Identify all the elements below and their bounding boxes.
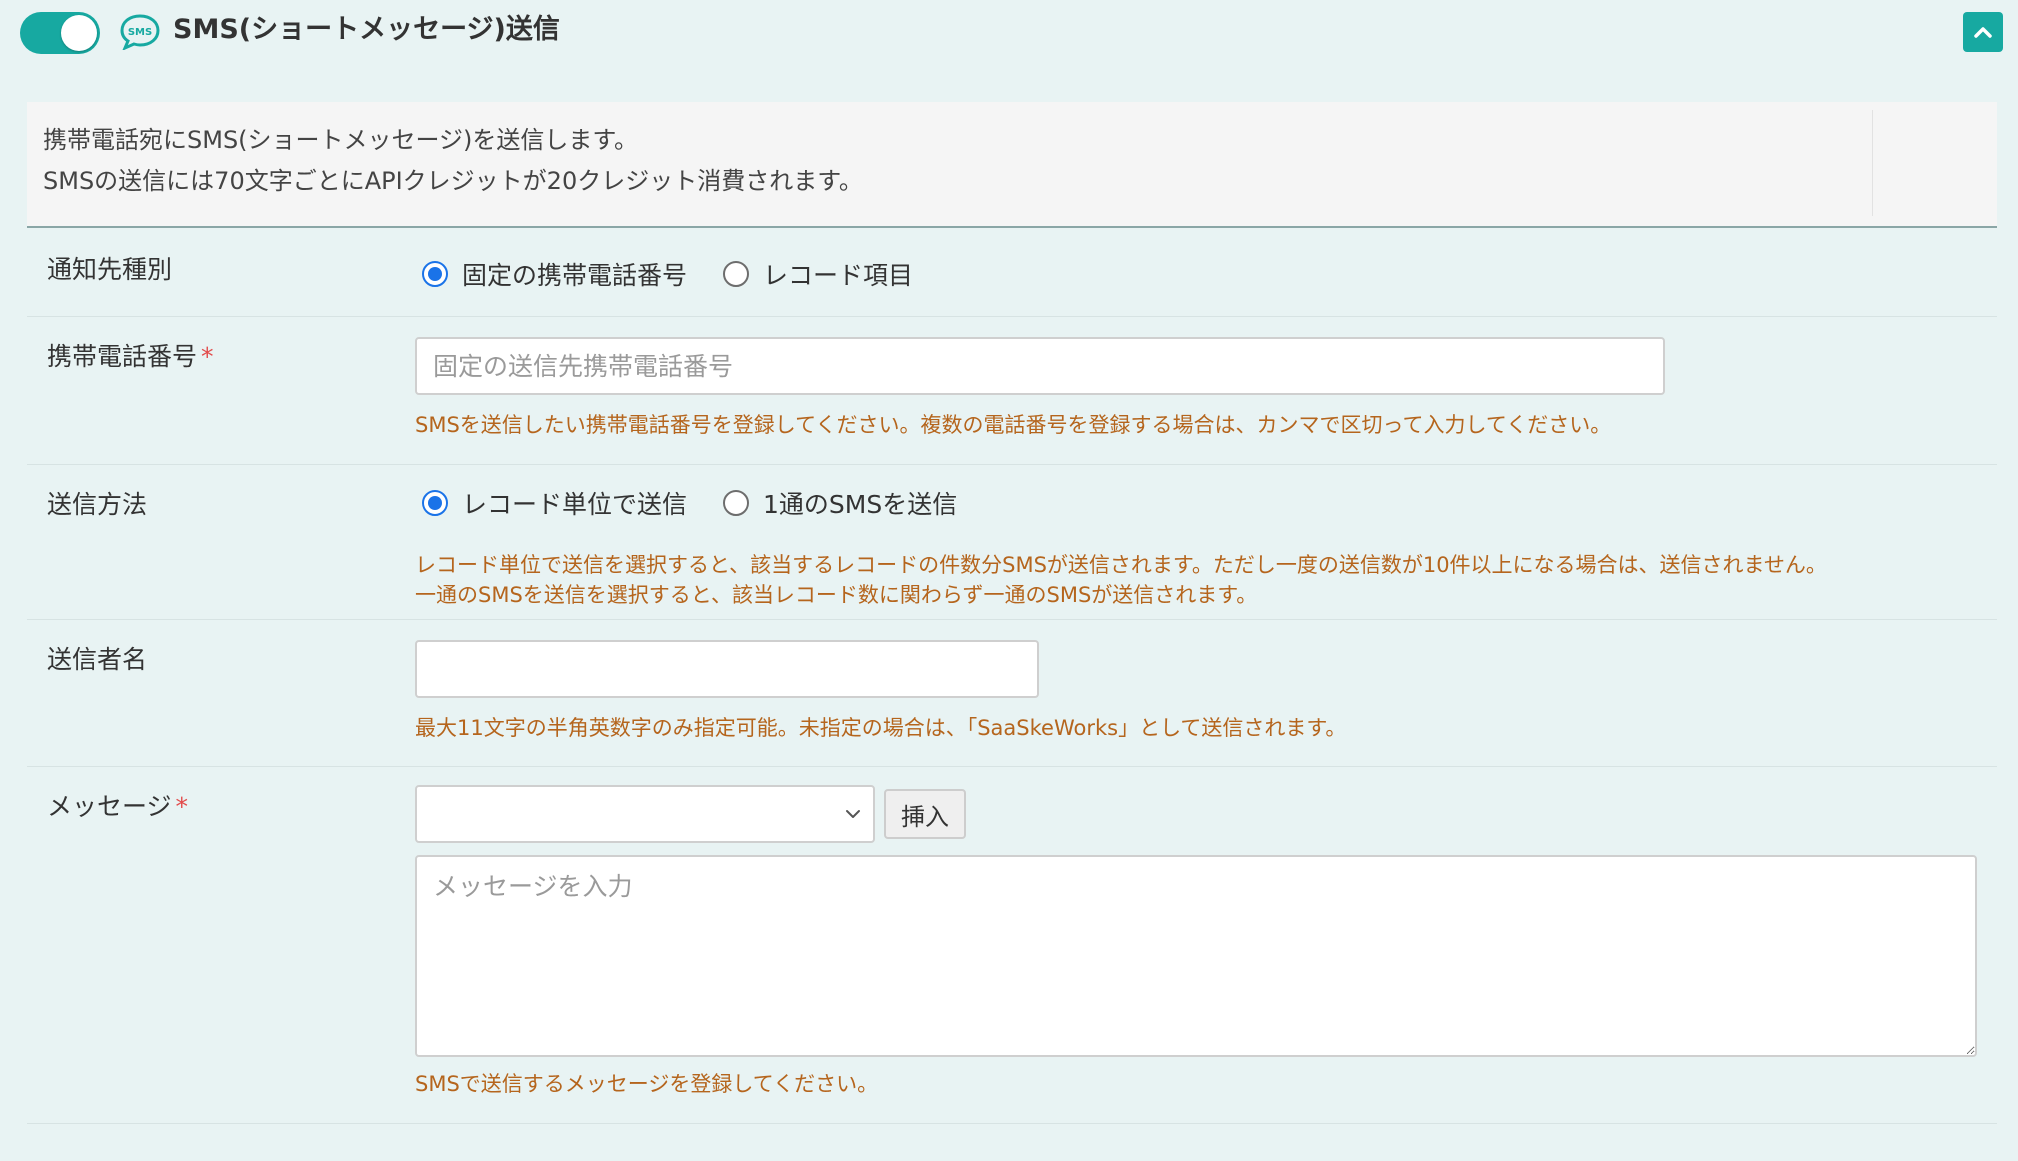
message-row: メッセージ* 挿入 SMSで送信するメッセージを登録してください。 <box>27 767 1997 1124</box>
description-box: 携帯電話宛にSMS(ショートメッセージ)を送信します。 SMSの送信には70文字… <box>27 102 1997 228</box>
notify-type-radio-group: 固定の携帯電話番号 レコード項目 <box>422 256 949 292</box>
field-insert-select[interactable] <box>415 785 875 843</box>
radio-label: 固定の携帯電話番号 <box>462 261 688 290</box>
description-line: SMSの送信には70文字ごとにAPIクレジットが20クレジット消費されます。 <box>43 167 863 195</box>
radio-label: レコード単位で送信 <box>462 490 688 519</box>
radio-circle <box>723 490 750 516</box>
message-help: SMSで送信するメッセージを登録してください。 <box>415 1072 879 1096</box>
radio-circle <box>723 261 750 287</box>
description-divider <box>1872 110 1873 216</box>
phone-input[interactable] <box>415 337 1665 395</box>
radio-label: レコード項目 <box>763 261 914 290</box>
panel-title: SMS(ショートメッセージ)送信 <box>173 14 560 45</box>
radio-circle <box>422 490 448 516</box>
chevron-down-icon <box>846 810 860 818</box>
sender-name-row: 送信者名 最大11文字の半角英数字のみ指定可能。未指定の場合は、「SaaSkeW… <box>27 620 1997 767</box>
sms-bubble-icon: SMS <box>120 14 160 50</box>
required-mark: * <box>175 792 189 821</box>
panel-header: SMS SMS(ショートメッセージ)送信 <box>0 0 2018 64</box>
send-method-radio-group: レコード単位で送信 1通のSMSを送信 <box>422 485 993 521</box>
send-method-help-line: レコード単位で送信を選択すると、該当するレコードの件数分SMSが送信されます。た… <box>415 553 1827 577</box>
phone-row: 携帯電話番号* SMSを送信したい携帯電話番号を登録してください。複数の電話番号… <box>27 317 1997 465</box>
phone-help: SMSを送信したい携帯電話番号を登録してください。複数の電話番号を登録する場合は… <box>415 413 1612 437</box>
phone-label-text: 携帯電話番号 <box>47 342 198 371</box>
message-textarea[interactable] <box>415 855 1977 1057</box>
collapse-button[interactable] <box>1963 12 2003 52</box>
message-label: メッセージ * <box>47 787 188 823</box>
radio-label: 1通のSMSを送信 <box>763 490 958 519</box>
required-mark: * <box>201 342 214 371</box>
sender-name-label: 送信者名 <box>47 645 148 674</box>
enable-toggle[interactable] <box>20 12 100 54</box>
notify-type-label: 通知先種別 <box>47 255 173 284</box>
send-method-help-line: 一通のSMSを送信を選択すると、該当レコード数に関わらず一通のSMSが送信されま… <box>415 583 1258 607</box>
radio-per-record[interactable]: レコード単位で送信 <box>422 485 687 521</box>
sender-name-help: 最大11文字の半角英数字のみ指定可能。未指定の場合は、「SaaSkeWorks」… <box>415 716 1347 740</box>
radio-circle <box>422 261 448 287</box>
send-method-row: 送信方法 レコード単位で送信 1通のSMSを送信 レコード単位で送信を選択すると… <box>27 465 1997 620</box>
notify-type-row: 通知先種別 固定の携帯電話番号 レコード項目 <box>27 232 1997 317</box>
svg-text:SMS: SMS <box>128 27 152 38</box>
radio-record-field[interactable]: レコード項目 <box>723 256 913 292</box>
phone-label: 携帯電話番号 * <box>47 337 214 373</box>
description-line: 携帯電話宛にSMS(ショートメッセージ)を送信します。 <box>43 126 639 154</box>
insert-button[interactable]: 挿入 <box>884 789 966 839</box>
toggle-knob <box>61 15 97 51</box>
radio-single-sms[interactable]: 1通のSMSを送信 <box>723 485 957 521</box>
radio-fixed-phone[interactable]: 固定の携帯電話番号 <box>422 256 687 292</box>
chevron-up-icon <box>1974 27 1992 38</box>
message-label-text: メッセージ <box>47 792 172 821</box>
sender-name-input[interactable] <box>415 640 1039 698</box>
send-method-label: 送信方法 <box>47 490 148 519</box>
